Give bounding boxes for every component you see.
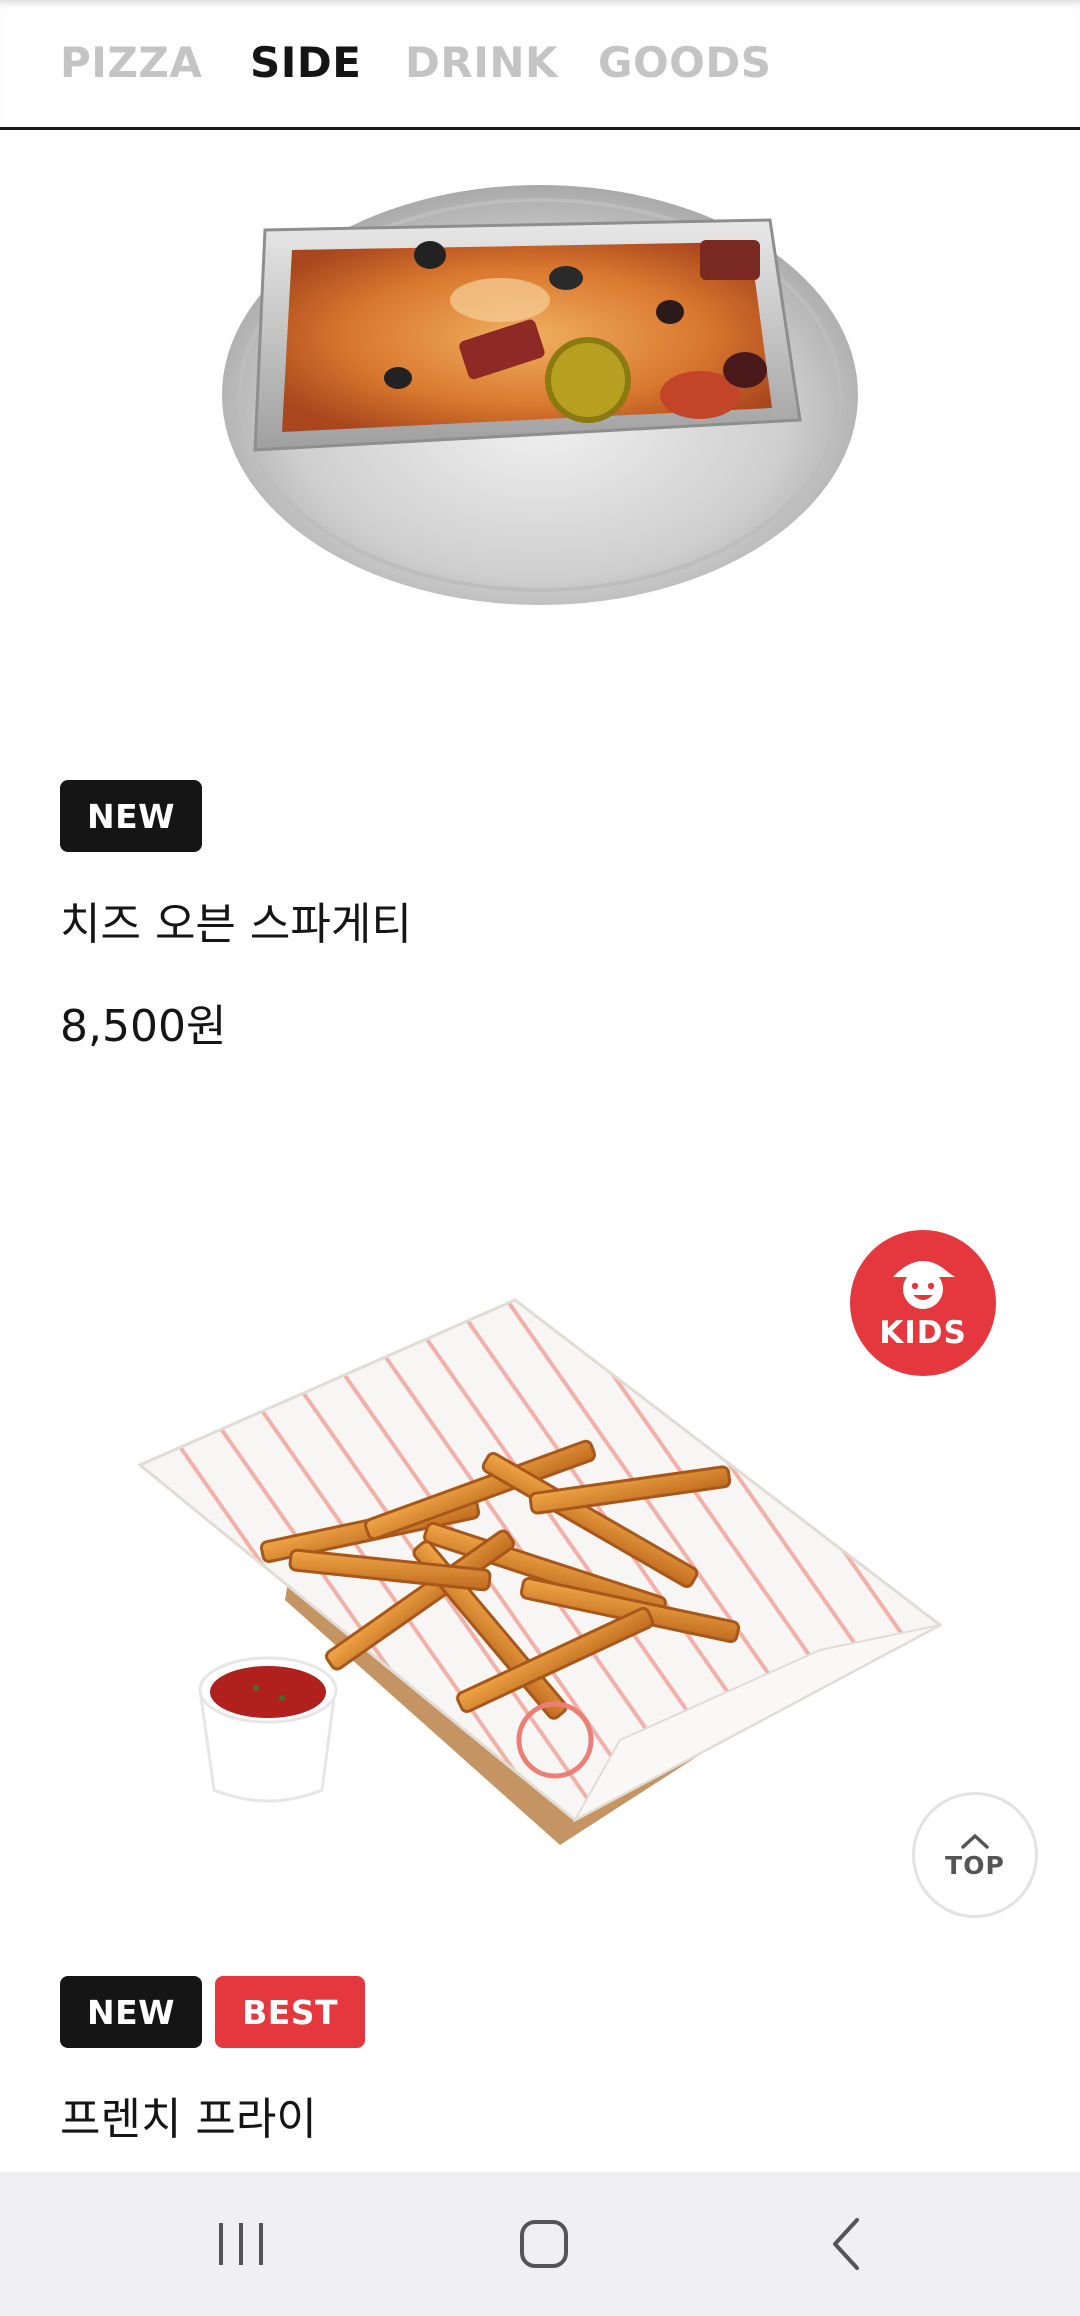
tab-drink[interactable]: DRINK xyxy=(405,38,558,87)
back-button[interactable] xyxy=(747,2172,947,2316)
recents-button[interactable] xyxy=(141,2172,341,2316)
system-navigation-bar xyxy=(0,2172,1080,2316)
product-price: 8,500원 xyxy=(60,1001,227,1052)
tab-pizza[interactable]: PIZZA xyxy=(60,38,202,87)
chevron-up-icon xyxy=(961,1833,989,1849)
home-button[interactable] xyxy=(444,2172,644,2316)
back-icon xyxy=(833,2218,859,2270)
category-tab-bar: PIZZA SIDE DRINK GOODS xyxy=(0,0,1080,130)
new-badge: NEW xyxy=(60,780,203,852)
new-badge: NEW xyxy=(60,1976,203,2048)
kids-label: KIDS xyxy=(879,1315,967,1351)
best-badge: BEST xyxy=(215,1976,366,2048)
recents-icon xyxy=(219,2223,263,2265)
scroll-to-top-button[interactable]: TOP xyxy=(912,1792,1038,1918)
kids-menu-button[interactable]: KIDS xyxy=(850,1230,996,1376)
product-badges: NEW BEST xyxy=(60,1976,366,2048)
product-name[interactable]: 치즈 오븐 스파게티 xyxy=(60,888,412,952)
top-label: TOP xyxy=(945,1850,1005,1880)
kid-face-icon xyxy=(893,1261,955,1309)
home-icon xyxy=(520,2220,568,2268)
tab-goods[interactable]: GOODS xyxy=(598,38,772,87)
product-name[interactable]: 프렌치 프라이 xyxy=(60,2083,317,2147)
cheese-oven-spaghetti-image[interactable] xyxy=(0,150,1080,630)
product-badges: NEW xyxy=(60,780,203,852)
tab-side[interactable]: SIDE xyxy=(250,38,361,87)
